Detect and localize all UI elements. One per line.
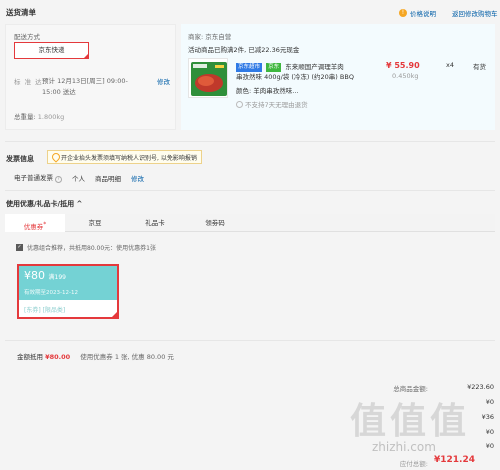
tab-gift-card[interactable]: 礼品卡 [130, 214, 180, 232]
deduction-summary: 金额抵用 ¥80.00 使用优惠券 1 张, 优惠 80.00 元 [17, 351, 174, 361]
section-divider [5, 340, 495, 341]
delivery-option-jd-express[interactable]: 京东快递 [14, 42, 89, 59]
invoice-tip-text: 开企业抬头发票须填写纳税人识别号, 以免影响报销 [61, 154, 197, 162]
modify-invoice-link[interactable]: 修改 [131, 173, 144, 183]
weight-value: 1.800kg [37, 113, 65, 121]
help-icon[interactable]: ? [55, 176, 62, 183]
deduction-detail: 使用优惠券 1 张, 优惠 80.00 元 [80, 353, 174, 361]
invoice-type-text: 电子普通发票 [14, 174, 53, 182]
invoice-tip: 开企业抬头发票须填写纳税人识别号, 以免影响报销 [47, 150, 202, 164]
item-price: ¥ 55.90 [386, 61, 420, 70]
weight-label: 总重量: [14, 113, 36, 121]
total-weight: 总重量: 1.800kg [14, 111, 64, 121]
pay-total-label: 应付总额: [399, 460, 428, 468]
product-title-text: 东来顺国产调理羊肉 [285, 63, 344, 71]
tab-coupon-code[interactable]: 领劵码 [190, 214, 240, 232]
invoice-header: 个人 [72, 174, 85, 183]
delivery-option-label: 京东快递 [38, 46, 65, 54]
invoice-title: 发票信息 [6, 155, 34, 163]
tab-coupons-marker: * [43, 221, 47, 228]
price-help-link[interactable]: ! 价格说明 [399, 8, 436, 18]
product-title-line2[interactable]: 串孜然味 400g/袋 (冷冻) (约20串) BBQ [236, 71, 354, 81]
deduction-value: ¥80.00 [45, 353, 71, 361]
modify-delivery-link[interactable]: 修改 [157, 76, 170, 86]
combo-text: 优惠组合推荐，共抵用80.00元：使用优惠券1张 [27, 245, 156, 252]
product-thumbnail[interactable] [188, 58, 228, 98]
invoice-type: 电子普通发票? [14, 172, 62, 183]
coupon-selected-icon [110, 311, 118, 319]
section-divider [5, 141, 495, 142]
deduction-label: 金额抵用 [17, 353, 43, 361]
seller-name: 商家: 京东自营 [188, 33, 232, 41]
invoice-details: 电子普通发票? 个人 商品明细 修改 [14, 172, 144, 183]
item-weight: 0.450kg [392, 72, 419, 80]
product-image-icon [189, 59, 227, 97]
info-icon: ! [399, 9, 407, 17]
price-help-label: 价格说明 [410, 10, 436, 18]
coupon-amount: ¥80 满199 [24, 269, 66, 282]
coupon-section-toggle[interactable]: 使用优惠/礼品卡/抵用 ^ [6, 199, 82, 209]
tab-coupons-label: 优惠券 [23, 223, 44, 232]
back-to-cart-link[interactable]: 返回修改购物车 [452, 8, 498, 18]
tab-jd-beans[interactable]: 京豆 [70, 214, 120, 232]
watermark-site: zhizhi.com [372, 440, 436, 454]
coupon-value: ¥80 [24, 269, 45, 282]
coupon-condition: 满199 [48, 274, 66, 281]
promo-text: 活动商品已购满2件, 已减22.36元现金 [188, 46, 300, 54]
location-pin-icon [52, 153, 58, 161]
return-policy: 不支持7天无理由退货 [236, 99, 308, 109]
coupon-tags: [东券] [限品类] [24, 307, 66, 314]
checkbox-checked-icon[interactable]: ✓ [16, 244, 23, 251]
delivery-time: 预计 12月13日[周三] 09:00-15:00 送达 [42, 77, 128, 96]
goods-total-value: ¥223.60 [467, 383, 494, 391]
return-policy-text: 不支持7天无理由退货 [245, 101, 308, 109]
product-title-line1[interactable]: 京东超市 京东 东来顺国产调理羊肉 [236, 61, 344, 72]
no-return-icon [236, 100, 243, 108]
selected-check-icon [83, 53, 89, 59]
delivery-label: 配送方式 [14, 33, 40, 41]
combo-recommend[interactable]: ✓ 优惠组合推荐，共抵用80.00元：使用优惠券1张 [16, 243, 156, 252]
pay-total-value: ¥121.24 [434, 455, 475, 465]
tab-coupons[interactable]: 优惠券* [5, 214, 65, 232]
shipping-list-heading: 送货清单 [6, 8, 36, 17]
stock-status: 有货 [473, 63, 486, 71]
watermark-logo: 值值值 [350, 401, 471, 442]
product-color: 颜色: 羊肉串孜然味... [236, 87, 299, 95]
invoice-content: 商品明细 [95, 174, 121, 183]
item-quantity: x4 [446, 61, 454, 69]
coupon-validity: 有效期至2023-12-12 [24, 290, 78, 296]
section-divider [5, 190, 495, 191]
